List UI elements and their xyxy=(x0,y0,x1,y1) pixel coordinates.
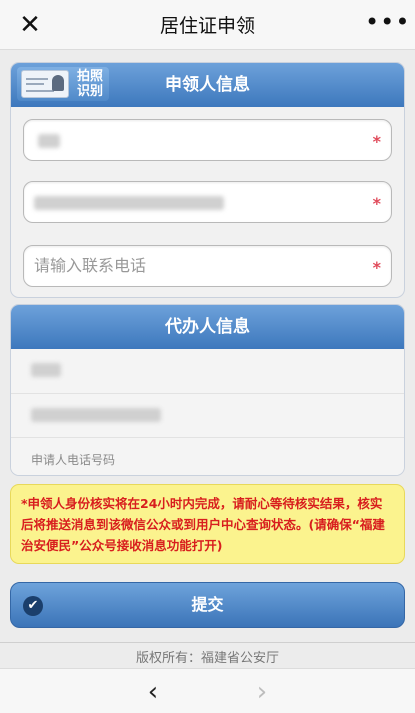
bottom-nav-bar: ‹ › xyxy=(0,668,415,713)
back-arrow-icon[interactable]: ‹ xyxy=(138,677,168,707)
top-navbar: ✕ 居住证申领 ••• xyxy=(0,0,415,50)
applicant-panel: 拍照识别 申领人信息 * * 请输入联系电话 * xyxy=(10,62,405,298)
applicant-id-number-field[interactable]: * xyxy=(23,181,392,223)
applicant-name-field[interactable]: * xyxy=(23,119,392,161)
id-scan-button[interactable]: 拍照识别 xyxy=(17,67,109,101)
applicant-panel-title: 申领人信息 xyxy=(165,75,250,95)
agent-panel-title: 代办人信息 xyxy=(165,317,250,337)
notice-message: *申领人身份核实将在24小时内完成，请耐心等待核实结果，核实后将推送消息到该微信… xyxy=(10,484,405,564)
forward-arrow-icon[interactable]: › xyxy=(247,677,277,707)
agent-phone-field[interactable]: 申请人电话号码 xyxy=(11,437,404,475)
id-card-icon xyxy=(21,70,69,98)
divider xyxy=(0,642,415,643)
submit-button[interactable]: ✔ 提交 xyxy=(10,582,405,628)
agent-panel: 代办人信息 申请人电话号码 xyxy=(10,304,405,476)
submit-label: 提交 xyxy=(191,595,224,614)
page-title: 居住证申领 xyxy=(159,15,255,37)
more-icon[interactable]: ••• xyxy=(365,10,409,40)
required-mark: * xyxy=(372,258,381,277)
copyright-footer: 版权所有：福建省公安厅 xyxy=(135,651,279,666)
applicant-phone-placeholder: 请输入联系电话 xyxy=(34,256,147,275)
applicant-panel-header: 拍照识别 申领人信息 xyxy=(11,63,404,107)
required-mark: * xyxy=(372,132,381,151)
applicant-phone-field[interactable]: 请输入联系电话 * xyxy=(23,245,392,287)
agent-id-number-field[interactable] xyxy=(11,393,404,437)
agent-panel-header: 代办人信息 xyxy=(11,305,404,349)
required-mark: * xyxy=(372,194,381,213)
agent-name-field[interactable] xyxy=(11,349,404,393)
check-icon: ✔ xyxy=(23,596,43,616)
agent-phone-placeholder: 申请人电话号码 xyxy=(31,453,116,467)
id-scan-label: 拍照识别 xyxy=(76,69,103,99)
